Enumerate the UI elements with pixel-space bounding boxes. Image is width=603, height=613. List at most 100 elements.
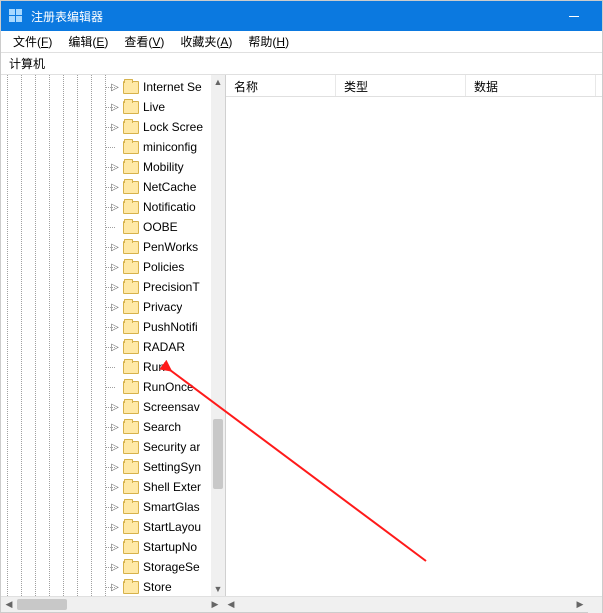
folder-icon <box>123 321 139 334</box>
window-title: 注册表编辑器 <box>31 8 554 25</box>
tree-node[interactable]: ▷StorageSe <box>1 557 211 577</box>
tree-node-label: StorageSe <box>143 560 200 574</box>
app-icon <box>9 9 23 23</box>
tree-node[interactable]: miniconfig <box>1 137 211 157</box>
menu-编辑[interactable]: 编辑(E) <box>60 31 116 52</box>
scroll-down-icon[interactable]: ▼ <box>211 582 225 596</box>
tree-node[interactable]: ▷Shell Exter <box>1 477 211 497</box>
folder-icon <box>123 181 139 194</box>
tree-node[interactable]: RunOnce <box>1 377 211 397</box>
folder-icon <box>123 261 139 274</box>
tree-node[interactable]: ▷SmartGlas <box>1 497 211 517</box>
tree-node[interactable]: ▷PenWorks <box>1 237 211 257</box>
tree-node[interactable]: ▷RADAR <box>1 337 211 357</box>
tree-node[interactable]: ▷PrecisionT <box>1 277 211 297</box>
list-body[interactable] <box>226 97 602 596</box>
folder-icon <box>123 221 139 234</box>
list-htrack[interactable] <box>239 597 572 612</box>
tree-vthumb[interactable] <box>213 419 223 489</box>
column-header[interactable]: 名称 <box>226 75 336 96</box>
tree-node-label: Internet Se <box>143 80 202 94</box>
column-headers: 名称类型数据 <box>226 75 602 97</box>
folder-icon <box>123 561 139 574</box>
tree-hthumb[interactable] <box>17 599 67 610</box>
folder-icon <box>123 341 139 354</box>
tree-node-label: Lock Scree <box>143 120 203 134</box>
tree-node[interactable]: ▷Security ar <box>1 437 211 457</box>
tree-node-label: NetCache <box>143 180 196 194</box>
tree-node-label: Search <box>143 420 181 434</box>
folder-icon <box>123 241 139 254</box>
menu-查看[interactable]: 查看(V) <box>116 31 172 52</box>
titlebar[interactable]: 注册表编辑器 <box>1 1 602 31</box>
tree-node-label: StartLayou <box>143 520 201 534</box>
tree-node[interactable]: ▷Lock Scree <box>1 117 211 137</box>
scrollbar-corner <box>588 597 602 613</box>
tree-node[interactable]: ▷Mobility <box>1 157 211 177</box>
tree-node[interactable]: ▷Notificatio <box>1 197 211 217</box>
bottom-hscrollbar[interactable]: ◀ ▶ ◀ ▶ <box>1 596 602 612</box>
address-bar[interactable]: 计算机 <box>1 53 602 75</box>
folder-icon <box>123 121 139 134</box>
tree-node-label: Notificatio <box>143 200 196 214</box>
tree-vscrollbar[interactable]: ▲ ▼ <box>211 75 225 596</box>
tree-node-label: Policies <box>143 260 184 274</box>
tree-node[interactable]: ▷StartupNo <box>1 537 211 557</box>
folder-icon <box>123 361 139 374</box>
folder-icon <box>123 481 139 494</box>
tree-node-label: RADAR <box>143 340 185 354</box>
tree-node-label: SmartGlas <box>143 500 200 514</box>
tree-node-label: Screensav <box>143 400 200 414</box>
menu-收藏夹[interactable]: 收藏夹(A) <box>172 31 240 52</box>
folder-icon <box>123 281 139 294</box>
tree-node-label: Run <box>143 360 165 374</box>
folder-icon <box>123 101 139 114</box>
tree-node-label: Privacy <box>143 300 182 314</box>
folder-icon <box>123 381 139 394</box>
folder-icon <box>123 441 139 454</box>
folder-icon <box>123 81 139 94</box>
folder-icon <box>123 461 139 474</box>
tree-node[interactable]: ▷Privacy <box>1 297 211 317</box>
tree-node[interactable]: ▷Store <box>1 577 211 596</box>
column-header[interactable]: 类型 <box>336 75 466 96</box>
tree-node-label: Security ar <box>143 440 200 454</box>
tree-node-label: Mobility <box>143 160 184 174</box>
tree-htrack[interactable] <box>17 597 207 612</box>
tree-node-label: Shell Exter <box>143 480 201 494</box>
tree-node[interactable]: Run <box>1 357 211 377</box>
app-window: 注册表编辑器 文件(F)编辑(E)查看(V)收藏夹(A)帮助(H) 计算机 ▷I… <box>0 0 603 613</box>
folder-icon <box>123 401 139 414</box>
tree-node[interactable]: ▷NetCache <box>1 177 211 197</box>
minimize-button[interactable] <box>554 1 594 31</box>
tree-node-label: RunOnce <box>143 380 194 394</box>
tree-node[interactable]: ▷Internet Se <box>1 77 211 97</box>
folder-icon <box>123 201 139 214</box>
folder-icon <box>123 501 139 514</box>
scroll-up-icon[interactable]: ▲ <box>211 75 225 89</box>
tree-node-label: SettingSyn <box>143 460 201 474</box>
tree-node[interactable]: OOBE <box>1 217 211 237</box>
scroll-right-icon[interactable]: ▶ <box>572 597 588 613</box>
menu-文件[interactable]: 文件(F) <box>5 31 60 52</box>
column-header[interactable]: 数据 <box>466 75 596 96</box>
tree-node[interactable]: ▷Live <box>1 97 211 117</box>
folder-icon <box>123 521 139 534</box>
folder-icon <box>123 581 139 594</box>
tree-node-label: PrecisionT <box>143 280 200 294</box>
tree-node[interactable]: ▷PushNotifi <box>1 317 211 337</box>
tree-node[interactable]: ▷Screensav <box>1 397 211 417</box>
tree-node-label: PushNotifi <box>143 320 198 334</box>
menu-帮助[interactable]: 帮助(H) <box>240 31 297 52</box>
scroll-left-icon[interactable]: ◀ <box>223 597 239 613</box>
tree-node[interactable]: ▷Policies <box>1 257 211 277</box>
tree-node[interactable]: ▷StartLayou <box>1 517 211 537</box>
tree-node[interactable]: ▷SettingSyn <box>1 457 211 477</box>
tree-node[interactable]: ▷Search <box>1 417 211 437</box>
address-text: 计算机 <box>9 55 45 72</box>
folder-icon <box>123 541 139 554</box>
minimize-icon <box>569 16 579 17</box>
scroll-left-icon[interactable]: ◀ <box>1 597 17 613</box>
scroll-right-icon[interactable]: ▶ <box>207 597 223 613</box>
tree-vtrack[interactable] <box>211 89 225 582</box>
